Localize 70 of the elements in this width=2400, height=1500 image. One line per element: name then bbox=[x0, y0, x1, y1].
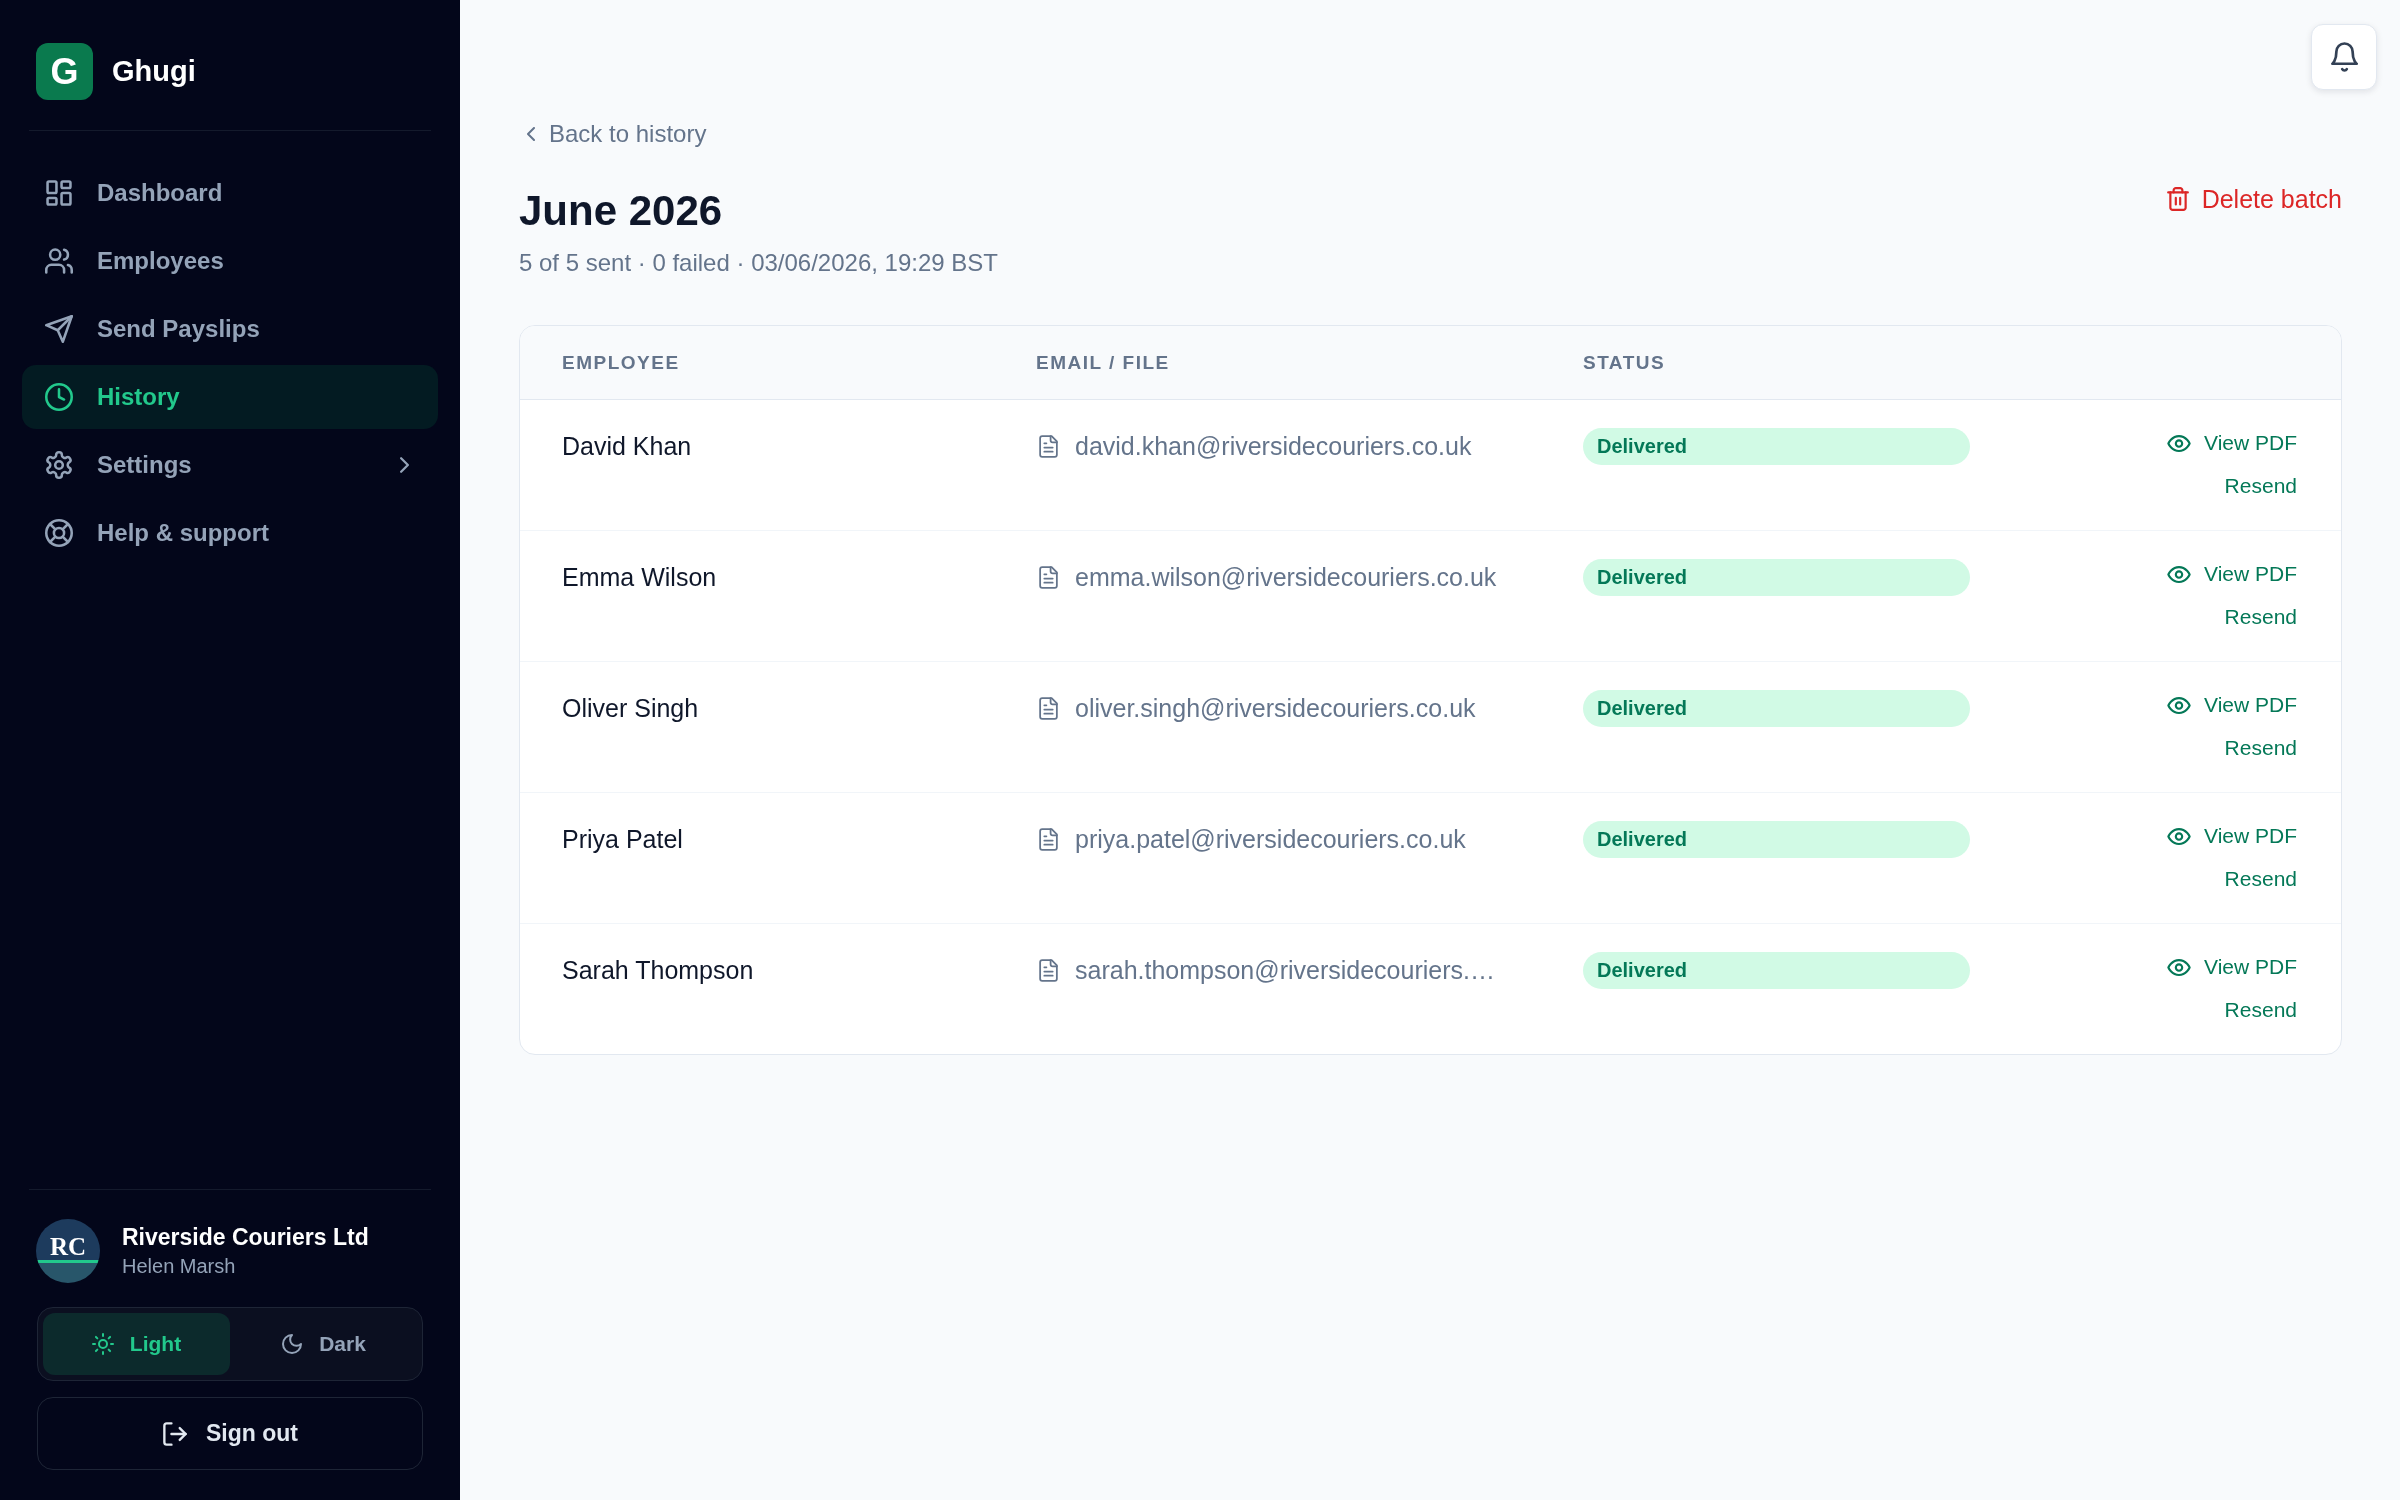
status-badge: Delivered bbox=[1583, 428, 1970, 465]
document-icon bbox=[1039, 565, 1058, 589]
status-badge: Delivered bbox=[1583, 559, 1970, 596]
eye-icon bbox=[2167, 958, 2191, 976]
email-address: emma.wilson@riversidecouriers.co.uk bbox=[1075, 562, 1497, 592]
resend-link[interactable]: Resend bbox=[2224, 995, 2297, 1025]
nav-item[interactable]: Settings bbox=[22, 433, 438, 497]
user-name: Helen Marsh bbox=[122, 1255, 236, 1278]
eye-icon bbox=[2167, 696, 2191, 714]
document-icon bbox=[1039, 958, 1058, 982]
employee-name: Sarah Thompson bbox=[562, 955, 754, 986]
column-header: EMPLOYEE bbox=[562, 351, 680, 374]
chevron-right-icon bbox=[400, 457, 409, 473]
eye-icon bbox=[2167, 434, 2191, 452]
view-pdf-link[interactable]: View PDF bbox=[2167, 952, 2297, 982]
back-link[interactable]: Back to history bbox=[519, 119, 707, 149]
document-icon bbox=[1039, 696, 1058, 720]
clock-icon bbox=[45, 383, 73, 411]
view-pdf-link[interactable]: View PDF bbox=[2167, 428, 2297, 458]
notifications-button[interactable] bbox=[2311, 24, 2377, 90]
nav-item[interactable]: Employees bbox=[22, 229, 438, 293]
column-header: STATUS bbox=[1583, 351, 1666, 374]
email-address: sarah.thompson@riversidecouriers.… bbox=[1075, 955, 1495, 985]
resend-link[interactable]: Resend bbox=[2224, 733, 2297, 763]
resend-link[interactable]: Resend bbox=[2224, 602, 2297, 632]
theme-option[interactable]: Dark bbox=[230, 1313, 417, 1375]
brand-name: Ghugi bbox=[112, 55, 196, 88]
paper-plane-icon bbox=[45, 315, 73, 343]
sign-out-icon bbox=[162, 1420, 188, 1447]
eye-icon bbox=[2167, 827, 2191, 845]
nav-item[interactable]: Dashboard bbox=[22, 161, 438, 225]
nav-item[interactable]: Help & support bbox=[22, 501, 438, 565]
view-pdf-link[interactable]: View PDF bbox=[2167, 690, 2297, 720]
status-badge: Delivered bbox=[1583, 690, 1970, 727]
employee-name: David Khan bbox=[562, 431, 692, 462]
eye-icon bbox=[2167, 565, 2191, 583]
nav-item[interactable]: Send Payslips bbox=[22, 297, 438, 361]
nav-item[interactable]: History bbox=[22, 365, 438, 429]
company-name: Riverside Couriers Ltd bbox=[122, 1224, 369, 1251]
chevron-left-icon bbox=[527, 127, 535, 141]
batch-summary: 5 of 5 sent · 0 failed · 03/06/2026, 19:29 BST bbox=[519, 248, 998, 278]
column-header: EMAIL / FILE bbox=[1036, 351, 1170, 374]
page-title: June 2026 bbox=[519, 186, 723, 236]
employee-name: Oliver Singh bbox=[562, 693, 699, 724]
email-address: david.khan@riversidecouriers.co.uk bbox=[1075, 431, 1472, 461]
trash-icon bbox=[2165, 186, 2190, 212]
app-logo: G bbox=[36, 43, 93, 100]
bell-icon bbox=[2330, 42, 2358, 72]
view-pdf-link[interactable]: View PDF bbox=[2167, 559, 2297, 589]
view-pdf-link[interactable]: View PDF bbox=[2167, 821, 2297, 851]
gear-icon bbox=[45, 451, 73, 479]
lifebuoy-icon bbox=[45, 519, 73, 547]
resend-link[interactable]: Resend bbox=[2224, 471, 2297, 501]
sun-icon bbox=[91, 1333, 114, 1355]
company-logo: RC bbox=[36, 1219, 100, 1283]
document-icon bbox=[1039, 434, 1058, 458]
moon-icon bbox=[281, 1333, 304, 1355]
email-address: oliver.singh@riversidecouriers.co.uk bbox=[1075, 693, 1476, 723]
delete-batch-button[interactable]: Delete batch bbox=[2165, 179, 2342, 219]
document-icon bbox=[1039, 827, 1058, 851]
status-badge: Delivered bbox=[1583, 821, 1970, 858]
status-badge: Delivered bbox=[1583, 952, 1970, 989]
resend-link[interactable]: Resend bbox=[2224, 864, 2297, 894]
email-address: priya.patel@riversidecouriers.co.uk bbox=[1075, 824, 1466, 854]
people-icon bbox=[45, 247, 73, 275]
sign-out-button[interactable]: Sign out bbox=[37, 1397, 423, 1470]
dashboard-grid-icon bbox=[45, 179, 73, 207]
employee-name: Priya Patel bbox=[562, 824, 683, 855]
theme-option[interactable]: Light bbox=[43, 1313, 230, 1375]
employee-name: Emma Wilson bbox=[562, 562, 717, 593]
